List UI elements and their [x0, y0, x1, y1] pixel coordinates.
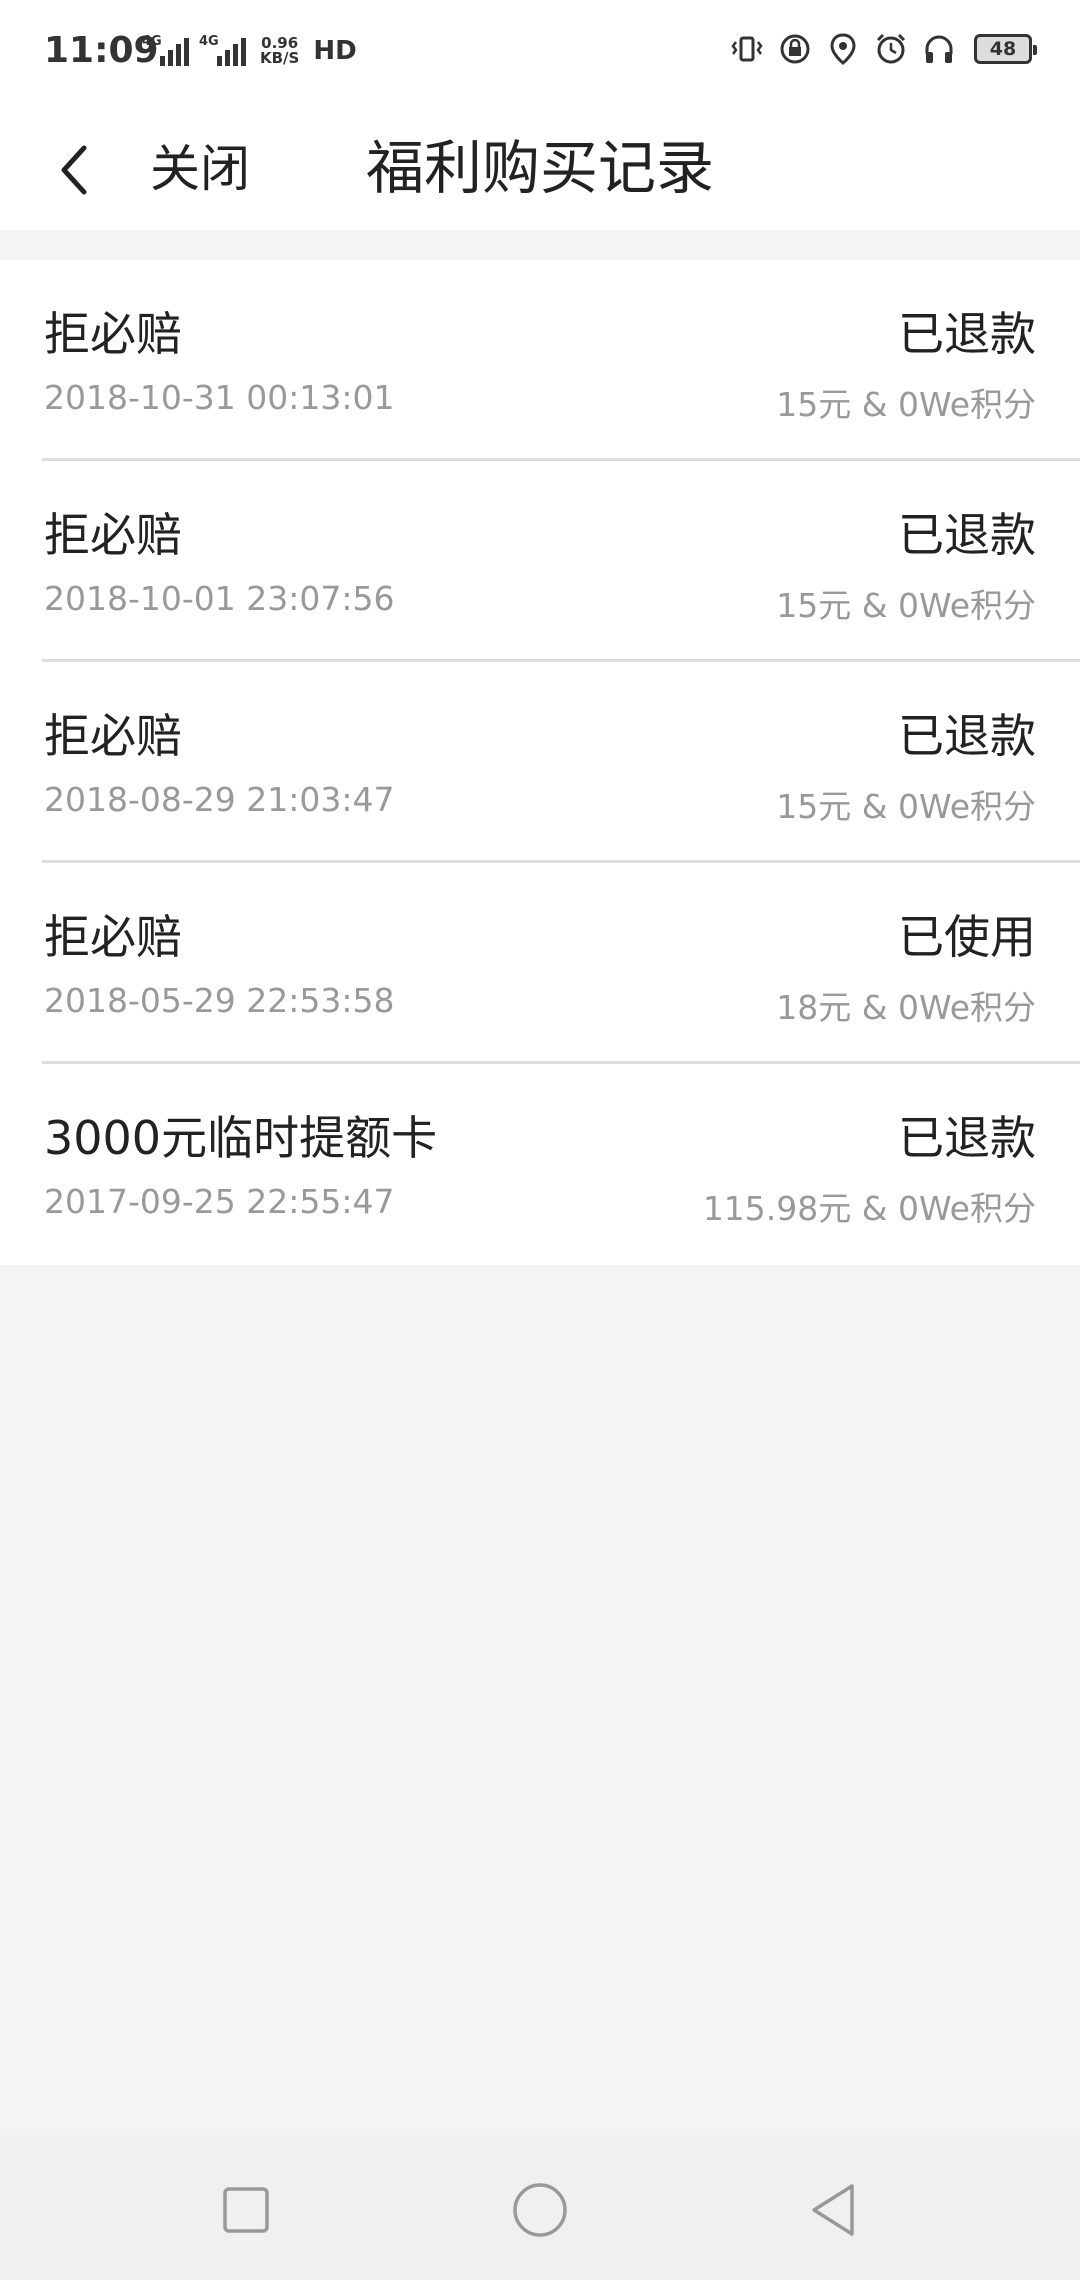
record-name: 拒必赔 [44, 910, 182, 964]
list-item[interactable]: 拒必赔 已退款 2018-10-01 23:07:56 15元 & 0We积分 [0, 461, 1080, 662]
recent-apps-button[interactable] [211, 2175, 281, 2245]
record-status: 已退款 [898, 307, 1036, 361]
vibrate-icon [731, 36, 763, 62]
page-title: 福利购买记录 [365, 134, 714, 202]
record-price: 15元 & 0We积分 [776, 385, 1036, 424]
hd-icon: HD [313, 36, 357, 66]
record-time: 2018-05-29 22:53:58 [44, 981, 395, 1020]
signal-icon: 4G [142, 34, 189, 66]
system-nav-bar [0, 2135, 1080, 2280]
list-item[interactable]: 拒必赔 已使用 2018-05-29 22:53:58 18元 & 0We积分 [0, 863, 1080, 1064]
record-name: 拒必赔 [44, 709, 182, 763]
purchase-record-list: 拒必赔 已退款 2018-10-31 00:13:01 15元 & 0We积分 … [0, 260, 1080, 1265]
status-bar: 11:09 4G 4G 0.96 KB/S HD 48 [0, 0, 1080, 110]
signal-icon: 4G [199, 34, 246, 66]
list-item[interactable]: 3000元临时提额卡 已退款 2017-09-25 22:55:47 115.9… [0, 1064, 1080, 1265]
app-header: 关闭 福利购买记录 [0, 110, 1080, 230]
record-time: 2018-10-01 23:07:56 [44, 579, 395, 618]
record-status: 已退款 [898, 709, 1036, 763]
record-name: 拒必赔 [44, 508, 182, 562]
triangle-back-icon [812, 2184, 854, 2236]
home-button[interactable] [505, 2175, 575, 2245]
record-price: 18元 & 0We积分 [776, 988, 1036, 1027]
network-indicators: 4G 4G 0.96 KB/S HD [142, 34, 357, 67]
record-price: 15元 & 0We积分 [776, 586, 1036, 625]
location-icon [830, 33, 856, 65]
record-name: 拒必赔 [44, 307, 182, 361]
lock-rotation-icon [780, 34, 810, 64]
record-name: 3000元临时提额卡 [44, 1111, 438, 1165]
record-price: 15元 & 0We积分 [776, 787, 1036, 826]
list-item[interactable]: 拒必赔 已退款 2018-08-29 21:03:47 15元 & 0We积分 [0, 662, 1080, 863]
square-icon [223, 2187, 269, 2233]
status-icons: 48 [730, 32, 1037, 66]
record-status: 已退款 [898, 508, 1036, 562]
list-item[interactable]: 拒必赔 已退款 2018-10-31 00:13:01 15元 & 0We积分 [0, 260, 1080, 461]
record-time: 2018-10-31 00:13:01 [44, 378, 395, 417]
circle-icon [513, 2183, 567, 2237]
record-time: 2018-08-29 21:03:47 [44, 780, 395, 819]
battery-icon: 48 [974, 34, 1037, 64]
record-status: 已使用 [898, 910, 1036, 964]
record-price: 115.98元 & 0We积分 [702, 1189, 1036, 1228]
alarm-icon [876, 33, 906, 64]
system-back-button[interactable] [798, 2175, 868, 2245]
record-time: 2017-09-25 22:55:47 [44, 1182, 395, 1221]
headphones-icon [925, 35, 953, 63]
network-speed: 0.96 KB/S [260, 34, 300, 67]
record-status: 已退款 [898, 1111, 1036, 1165]
